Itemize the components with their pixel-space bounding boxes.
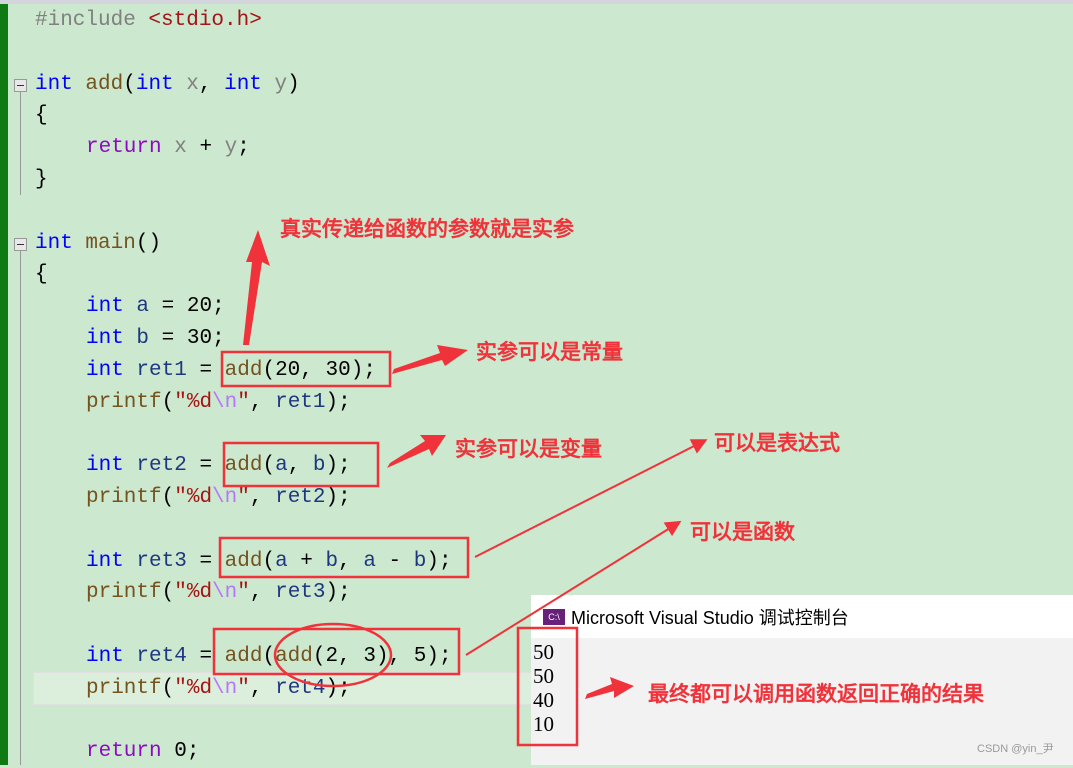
annotation-expression: 可以是表达式 [714, 431, 840, 455]
annotation-variable: 实参可以是变量 [455, 437, 602, 461]
annotation-result: 最终都可以调用函数返回正确的结果 [648, 682, 984, 706]
arrow-constant [392, 345, 468, 374]
highlight-ellipse-inner-call [273, 622, 393, 688]
arrow-function [465, 520, 682, 656]
highlight-box-output [516, 626, 579, 747]
arrow-actual-param [243, 230, 270, 345]
annotation-constant: 实参可以是常量 [476, 340, 623, 364]
highlight-box-constant [220, 350, 392, 388]
annotation-actual-param: 真实传递给函数的参数就是实参 [280, 217, 574, 241]
annotation-overlay [212, 230, 708, 747]
highlight-box-variable [222, 441, 380, 488]
arrow-result [585, 677, 634, 699]
highlight-box-expression [218, 536, 470, 579]
annotation-function: 可以是函数 [690, 520, 795, 544]
highlight-box-function [212, 627, 461, 676]
arrow-variable [387, 435, 446, 468]
